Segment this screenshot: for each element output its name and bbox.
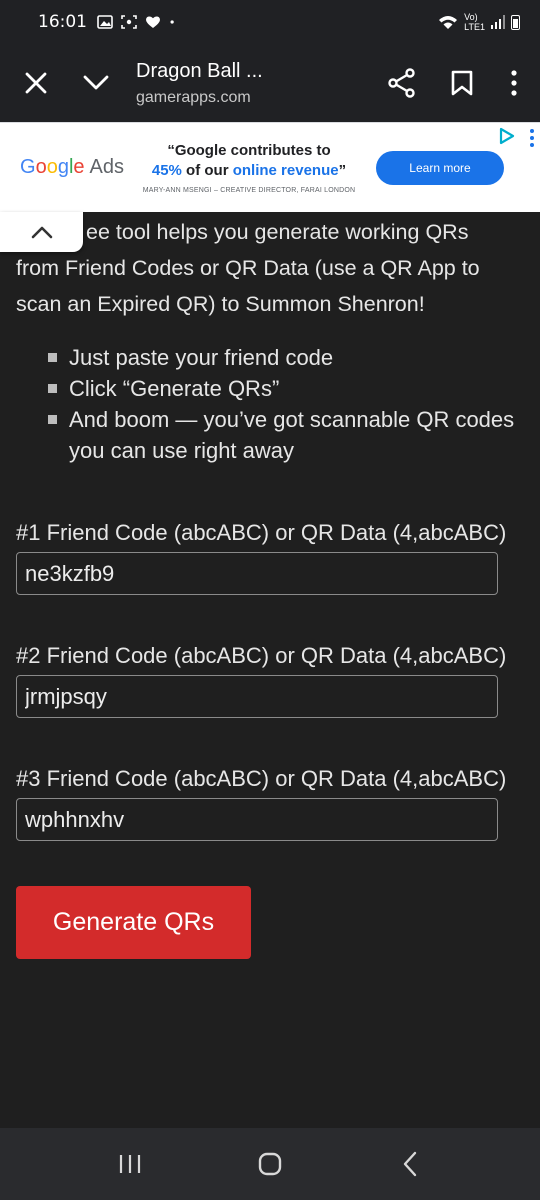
more-vert-icon (511, 70, 517, 96)
bullet-icon (48, 415, 57, 424)
list-item: Click “Generate QRs” (48, 373, 524, 404)
list-item-text: And boom — you’ve got scannable QR codes… (69, 407, 515, 463)
lte-label: LTE1 (464, 22, 485, 32)
close-icon (25, 72, 47, 94)
notification-icons (97, 15, 179, 29)
ad-mid-text: of our (181, 162, 233, 179)
system-navigation-bar (0, 1128, 540, 1200)
ads-label: Ads (89, 156, 124, 178)
instruction-list: Just paste your friend code Click “Gener… (16, 342, 524, 466)
ad-copy: “Google contributes to 45% of our online… (134, 141, 364, 194)
back-icon (403, 1151, 417, 1177)
ad-headline-2: 45% of our online revenue” (134, 161, 364, 181)
google-wordmark: Google (20, 156, 85, 178)
status-time: 16:01 (38, 12, 87, 32)
page-url: gamerapps.com (136, 88, 251, 106)
intro-text: from Friend Codes or QR Data (use a QR A… (16, 256, 480, 316)
ad-options-icon[interactable] (530, 129, 534, 150)
learn-more-button[interactable]: Learn more (375, 150, 504, 185)
bullet-icon (48, 384, 57, 393)
chevron-down-icon (83, 75, 109, 90)
ad-banner[interactable]: Google Ads “Google contributes to 45% of… (0, 122, 540, 212)
bookmark-button[interactable] (432, 53, 492, 113)
list-item-text: Click “Generate QRs” (69, 376, 280, 401)
friend-code-field-3: #3 Friend Code (abcABC) or QR Data (4,ab… (16, 760, 524, 841)
adchoices-icon[interactable] (498, 127, 516, 145)
bullet-icon (48, 353, 57, 362)
wifi-icon (439, 16, 458, 29)
ad-credit: MARY-ANN MSENGI – CREATIVE DIRECTOR, FAR… (142, 187, 356, 194)
title-block[interactable]: Dragon Ball ... gamerapps.com (136, 60, 304, 107)
share-button[interactable] (372, 53, 432, 113)
ad-headline-1: “Google contributes to (167, 142, 331, 159)
signal-icon (491, 15, 505, 29)
home-icon (258, 1152, 282, 1176)
custom-tab-toolbar: Dragon Ball ... gamerapps.com (0, 44, 540, 122)
page-title: Dragon Ball ... (136, 59, 263, 82)
friend-code-input-1[interactable] (16, 552, 498, 595)
screenshot-icon (121, 15, 137, 29)
generate-qrs-button[interactable]: Generate QRs (16, 886, 251, 959)
friend-code-input-2[interactable] (16, 675, 498, 718)
ad-percent: 45% (151, 162, 182, 179)
list-item-text: Just paste your friend code (69, 345, 334, 370)
list-item: And boom — you’ve got scannable QR codes… (48, 404, 524, 466)
dot-icon (170, 20, 174, 24)
friend-code-label-1: #1 Friend Code (abcABC) or QR Data (4,ab… (16, 520, 507, 545)
heart-icon (146, 16, 160, 28)
status-bar: 16:01 Vo) LTE1 (0, 0, 540, 44)
recents-icon (119, 1155, 141, 1173)
volte-label: Vo) (464, 12, 478, 22)
intro-text-line1: ee tool helps you generate working QRs (86, 220, 469, 244)
minimize-button[interactable] (66, 53, 126, 113)
list-item: Just paste your friend code (48, 342, 524, 373)
share-icon (388, 68, 415, 98)
recents-button[interactable] (100, 1139, 160, 1189)
more-options-button[interactable] (492, 53, 536, 113)
system-status: Vo) LTE1 (438, 12, 520, 32)
main-content: ee tool helps you generate working QRs f… (16, 214, 524, 959)
ad-end-quote: ” (338, 162, 347, 179)
google-ads-logo: Google Ads (20, 156, 124, 179)
back-button[interactable] (380, 1139, 440, 1189)
battery-icon (511, 14, 520, 30)
network-label: Vo) LTE1 (464, 12, 485, 32)
friend-code-input-3[interactable] (16, 798, 498, 841)
close-button[interactable] (6, 53, 66, 113)
bookmark-icon (451, 70, 473, 96)
friend-code-label-2: #2 Friend Code (abcABC) or QR Data (4,ab… (16, 643, 507, 668)
toolbar-actions (372, 53, 536, 113)
friend-code-label-3: #3 Friend Code (abcABC) or QR Data (4,ab… (16, 766, 507, 791)
friend-code-field-2: #2 Friend Code (abcABC) or QR Data (4,ab… (16, 637, 524, 718)
gallery-icon (97, 15, 113, 29)
friend-code-field-1: #1 Friend Code (abcABC) or QR Data (4,ab… (16, 514, 524, 595)
home-button[interactable] (240, 1139, 300, 1189)
ad-highlight: online revenue (232, 162, 339, 179)
